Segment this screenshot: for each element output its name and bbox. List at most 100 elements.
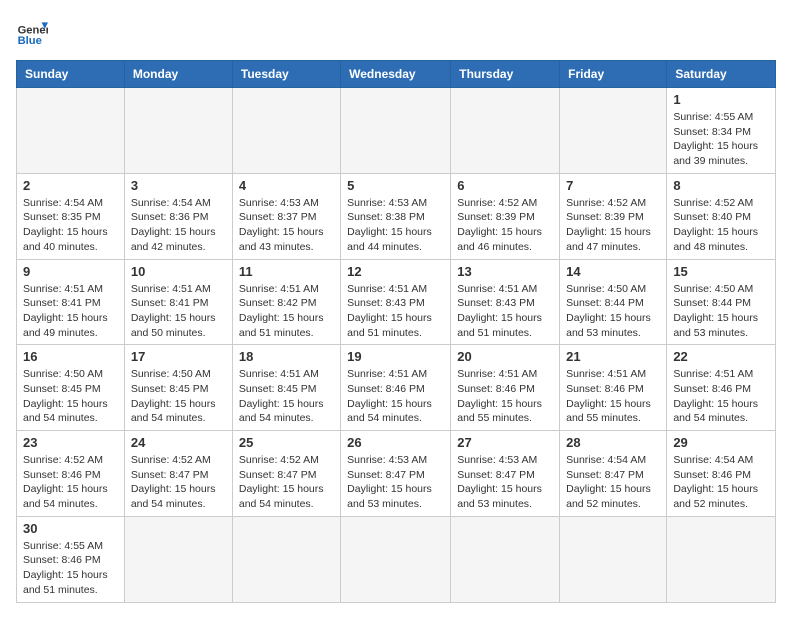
day-number: 28 — [566, 435, 660, 450]
day-number: 2 — [23, 178, 118, 193]
day-number: 10 — [131, 264, 226, 279]
header-wednesday: Wednesday — [341, 61, 451, 88]
day-number: 12 — [347, 264, 444, 279]
day-info: Sunrise: 4:55 AMSunset: 8:34 PMDaylight:… — [673, 110, 769, 169]
day-number: 3 — [131, 178, 226, 193]
day-info: Sunrise: 4:51 AMSunset: 8:46 PMDaylight:… — [457, 367, 553, 426]
calendar-cell: 24Sunrise: 4:52 AMSunset: 8:47 PMDayligh… — [124, 431, 232, 517]
calendar-cell: 16 Sunrise: 4:50 AMSunset: 8:45 PMDayligh… — [17, 345, 125, 431]
day-info: Sunrise: 4:51 AMSunset: 8:46 PMDaylight:… — [347, 367, 444, 426]
calendar-cell — [667, 516, 776, 602]
day-number: 24 — [131, 435, 226, 450]
day-info: Sunrise: 4:50 AMSunset: 8:45 PMDaylight:… — [23, 367, 118, 426]
day-number: 7 — [566, 178, 660, 193]
calendar-cell: 6 Sunrise: 4:52 AMSunset: 8:39 PMDaylight… — [451, 173, 560, 259]
header-friday: Friday — [560, 61, 667, 88]
calendar-cell: 23 Sunrise: 4:52 AMSunset: 8:46 PMDayligh… — [17, 431, 125, 517]
calendar-cell: 30Sunrise: 4:55 AMSunset: 8:46 PMDayligh… — [17, 516, 125, 602]
day-number: 5 — [347, 178, 444, 193]
calendar-cell — [560, 516, 667, 602]
logo: General Blue — [16, 16, 48, 48]
day-info: Sunrise: 4:52 AMSunset: 8:46 PMDaylight:… — [23, 453, 118, 512]
calendar-cell: 19Sunrise: 4:51 AMSunset: 8:46 PMDayligh… — [341, 345, 451, 431]
day-info: Sunrise: 4:54 AMSunset: 8:46 PMDaylight:… — [673, 453, 769, 512]
day-info: Sunrise: 4:51 AMSunset: 8:41 PMDaylight:… — [131, 282, 226, 341]
calendar-cell: 13Sunrise: 4:51 AMSunset: 8:43 PMDayligh… — [451, 259, 560, 345]
calendar-cell: 17 Sunrise: 4:50 AMSunset: 8:45 PMDayligh… — [124, 345, 232, 431]
calendar-cell: 20 Sunrise: 4:51 AMSunset: 8:46 PMDayligh… — [451, 345, 560, 431]
day-info: Sunrise: 4:52 AMSunset: 8:40 PMDaylight:… — [673, 196, 769, 255]
calendar-cell — [451, 516, 560, 602]
day-info: Sunrise: 4:50 AMSunset: 8:44 PMDaylight:… — [566, 282, 660, 341]
day-info: Sunrise: 4:52 AMSunset: 8:39 PMDaylight:… — [457, 196, 553, 255]
day-number: 16 — [23, 349, 118, 364]
day-info: Sunrise: 4:50 AMSunset: 8:45 PMDaylight:… — [131, 367, 226, 426]
calendar-body: 1 Sunrise: 4:55 AMSunset: 8:34 PMDaylight… — [17, 88, 776, 603]
day-number: 8 — [673, 178, 769, 193]
day-info: Sunrise: 4:52 AMSunset: 8:39 PMDaylight:… — [566, 196, 660, 255]
calendar-week-row: 9 Sunrise: 4:51 AMSunset: 8:41 PMDaylight… — [17, 259, 776, 345]
calendar-cell — [17, 88, 125, 174]
day-number: 14 — [566, 264, 660, 279]
calendar-week-row: 30Sunrise: 4:55 AMSunset: 8:46 PMDayligh… — [17, 516, 776, 602]
day-number: 23 — [23, 435, 118, 450]
day-number: 13 — [457, 264, 553, 279]
day-number: 25 — [239, 435, 334, 450]
day-number: 30 — [23, 521, 118, 536]
header-monday: Monday — [124, 61, 232, 88]
calendar-cell: 26Sunrise: 4:53 AMSunset: 8:47 PMDayligh… — [341, 431, 451, 517]
calendar-table: Sunday Monday Tuesday Wednesday Thursday… — [16, 60, 776, 603]
day-info: Sunrise: 4:51 AMSunset: 8:42 PMDaylight:… — [239, 282, 334, 341]
header-sunday: Sunday — [17, 61, 125, 88]
page-header: General Blue — [16, 16, 776, 48]
calendar-week-row: 16 Sunrise: 4:50 AMSunset: 8:45 PMDayligh… — [17, 345, 776, 431]
calendar-cell — [124, 516, 232, 602]
day-number: 15 — [673, 264, 769, 279]
calendar-cell: 8 Sunrise: 4:52 AMSunset: 8:40 PMDaylight… — [667, 173, 776, 259]
calendar-cell: 28Sunrise: 4:54 AMSunset: 8:47 PMDayligh… — [560, 431, 667, 517]
day-number: 21 — [566, 349, 660, 364]
calendar-cell — [451, 88, 560, 174]
calendar-cell: 14 Sunrise: 4:50 AMSunset: 8:44 PMDayligh… — [560, 259, 667, 345]
day-number: 20 — [457, 349, 553, 364]
calendar-week-row: 1 Sunrise: 4:55 AMSunset: 8:34 PMDaylight… — [17, 88, 776, 174]
day-number: 29 — [673, 435, 769, 450]
day-number: 6 — [457, 178, 553, 193]
calendar-cell: 29 Sunrise: 4:54 AMSunset: 8:46 PMDayligh… — [667, 431, 776, 517]
calendar-cell: 12 Sunrise: 4:51 AMSunset: 8:43 PMDayligh… — [341, 259, 451, 345]
calendar-cell: 1 Sunrise: 4:55 AMSunset: 8:34 PMDaylight… — [667, 88, 776, 174]
calendar-cell — [341, 516, 451, 602]
weekday-header-row: Sunday Monday Tuesday Wednesday Thursday… — [17, 61, 776, 88]
day-info: Sunrise: 4:51 AMSunset: 8:45 PMDaylight:… — [239, 367, 334, 426]
calendar-cell — [560, 88, 667, 174]
calendar-cell — [232, 516, 340, 602]
calendar-cell: 3 Sunrise: 4:54 AMSunset: 8:36 PMDaylight… — [124, 173, 232, 259]
logo-icon: General Blue — [16, 16, 48, 48]
calendar-cell: 22Sunrise: 4:51 AMSunset: 8:46 PMDayligh… — [667, 345, 776, 431]
calendar-cell — [341, 88, 451, 174]
calendar-cell: 10 Sunrise: 4:51 AMSunset: 8:41 PMDayligh… — [124, 259, 232, 345]
calendar-cell: 7 Sunrise: 4:52 AMSunset: 8:39 PMDaylight… — [560, 173, 667, 259]
calendar-week-row: 23 Sunrise: 4:52 AMSunset: 8:46 PMDayligh… — [17, 431, 776, 517]
calendar-cell: 25Sunrise: 4:52 AMSunset: 8:47 PMDayligh… — [232, 431, 340, 517]
calendar-cell — [124, 88, 232, 174]
header-tuesday: Tuesday — [232, 61, 340, 88]
svg-text:Blue: Blue — [18, 35, 42, 47]
header-thursday: Thursday — [451, 61, 560, 88]
day-info: Sunrise: 4:54 AMSunset: 8:36 PMDaylight:… — [131, 196, 226, 255]
calendar-cell: 27Sunrise: 4:53 AMSunset: 8:47 PMDayligh… — [451, 431, 560, 517]
calendar-cell: 15Sunrise: 4:50 AMSunset: 8:44 PMDayligh… — [667, 259, 776, 345]
calendar-cell: 21Sunrise: 4:51 AMSunset: 8:46 PMDayligh… — [560, 345, 667, 431]
day-info: Sunrise: 4:53 AMSunset: 8:47 PMDaylight:… — [347, 453, 444, 512]
day-info: Sunrise: 4:53 AMSunset: 8:38 PMDaylight:… — [347, 196, 444, 255]
day-info: Sunrise: 4:51 AMSunset: 8:41 PMDaylight:… — [23, 282, 118, 341]
day-number: 1 — [673, 92, 769, 107]
day-number: 4 — [239, 178, 334, 193]
day-info: Sunrise: 4:54 AMSunset: 8:35 PMDaylight:… — [23, 196, 118, 255]
day-info: Sunrise: 4:51 AMSunset: 8:43 PMDaylight:… — [347, 282, 444, 341]
day-number: 11 — [239, 264, 334, 279]
calendar-cell: 11 Sunrise: 4:51 AMSunset: 8:42 PMDayligh… — [232, 259, 340, 345]
day-number: 9 — [23, 264, 118, 279]
calendar-cell: 4Sunrise: 4:53 AMSunset: 8:37 PMDaylight… — [232, 173, 340, 259]
day-number: 17 — [131, 349, 226, 364]
